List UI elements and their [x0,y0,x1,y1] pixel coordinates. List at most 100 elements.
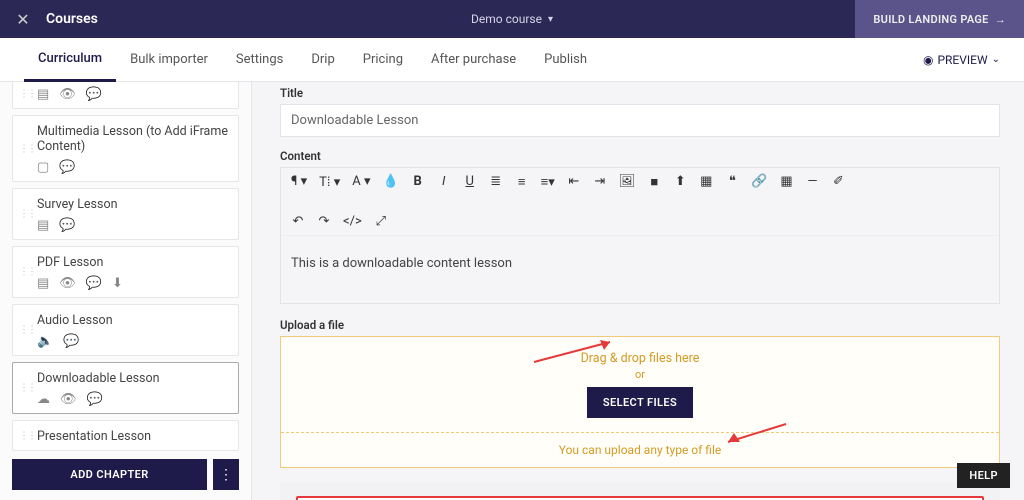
lesson-title: Presentation Lesson [37,429,228,444]
link-icon[interactable]: 🔗 [751,174,767,190]
text-style-icon[interactable]: T⁞ ▾ [319,174,340,190]
lesson-item[interactable]: ⋮⋮ Audio Lesson 🔈 💬 [12,304,239,356]
lesson-item[interactable]: ⋮⋮ PDF Lesson ▤ 👁 💬 ⬇ [12,246,239,298]
preview-dropdown[interactable]: ◉ PREVIEW ⌄ [923,53,1000,67]
comment-icon[interactable]: 💬 [86,276,102,291]
fullscreen-icon[interactable]: ⤢ [374,214,388,229]
course-dropdown-label: Demo course [471,12,542,26]
chevron-down-icon: ▾ [548,14,553,25]
title-label: Title [280,86,1000,100]
italic-icon[interactable]: I [437,174,451,190]
tab-bulk-importer[interactable]: Bulk importer [116,38,222,82]
bold-icon[interactable]: B [411,174,425,190]
list-number-icon[interactable]: ≡ [515,174,529,190]
eye-icon[interactable]: 👁 [59,87,76,102]
lesson-item[interactable]: ⋮⋮ ▤ 👁 💬 [12,82,239,109]
undo-icon[interactable]: ↶ [291,214,305,229]
help-button[interactable]: HELP [957,463,1010,488]
add-chapter-button[interactable]: ADD CHAPTER [12,459,207,490]
lesson-title: Downloadable Lesson [37,371,228,386]
content-label: Content [280,149,1000,163]
comment-icon[interactable]: 💬 [87,392,103,407]
indent-decrease-icon[interactable]: ⇤ [567,174,581,190]
download-icon[interactable]: ⬇ [112,276,123,291]
upload-dropzone[interactable]: Drag & drop files here or SELECT FILES Y… [280,336,1000,468]
lesson-item[interactable]: ⋮⋮ Survey Lesson ▤ 💬 [12,188,239,240]
comment-icon[interactable]: 💬 [86,87,102,102]
chevron-down-icon: ⌄ [992,54,1000,65]
eye-icon[interactable]: 👁 [59,276,76,291]
code-icon[interactable]: </> [343,214,362,229]
upload-or-text: or [281,368,999,381]
drag-handle-icon[interactable]: ⋮⋮ [19,430,35,441]
more-button[interactable]: ⋮ [213,459,239,490]
lesson-title-input[interactable] [280,104,1000,137]
close-icon[interactable]: ✕ [0,10,46,29]
tab-after-purchase[interactable]: After purchase [417,38,530,82]
page-icon: ▤ [37,218,49,233]
eye-icon: ◉ [923,53,933,67]
drag-handle-icon[interactable]: ⋮⋮ [19,325,35,336]
eraser-icon[interactable]: ✐ [832,174,846,190]
image-icon[interactable]: 🖼 [619,174,636,190]
quote-icon[interactable]: ❝ [725,174,739,190]
drop-icon[interactable]: 💧 [382,174,398,190]
page-title: Courses [46,11,98,27]
font-color-icon[interactable]: A ▾ [352,174,370,190]
lesson-item[interactable]: ⋮⋮ Presentation Lesson [12,420,239,451]
editor-toolbar: ¶ ▾ T⁞ ▾ A ▾ 💧 B I U ≣ ≡ ≡▾ ⇤ ⇥ 🖼 ■ ⬆ ▦ … [281,168,999,236]
rich-text-editor: ¶ ▾ T⁞ ▾ A ▾ 💧 B I U ≣ ≡ ≡▾ ⇤ ⇥ 🖼 ■ ⬆ ▦ … [280,167,1000,304]
lesson-title: PDF Lesson [37,255,228,270]
tabs-bar: Curriculum Bulk importer Settings Drip P… [0,38,1024,82]
redo-icon[interactable]: ↷ [317,214,331,229]
video-icon[interactable]: ■ [647,174,661,190]
lesson-title: Multimedia Lesson (to Add iFrame Content… [37,124,228,154]
layout-icon: ▤ [37,87,49,102]
comment-icon[interactable]: 💬 [59,160,75,175]
lesson-sidebar: ⋮⋮ ▤ 👁 💬 ⋮⋮ Multimedia Lesson (to Add iF… [0,82,252,500]
tab-drip[interactable]: Drip [297,38,348,82]
indent-increase-icon[interactable]: ⇥ [593,174,607,190]
upload-icon[interactable]: ⬆ [673,174,687,190]
tab-publish[interactable]: Publish [530,38,601,82]
course-dropdown[interactable]: Demo course ▾ [471,12,553,26]
attached-files: ⋮⋮ setup tour b roll compressed.mov 🗑 [280,482,1000,500]
lesson-title: Survey Lesson [37,197,228,212]
tab-curriculum[interactable]: Curriculum [24,38,116,82]
topbar: ✕ Courses Demo course ▾ BUILD LANDING PA… [0,0,1024,38]
preview-label: PREVIEW [937,53,987,67]
list-bullet-icon[interactable]: ≣ [489,174,503,190]
drag-handle-icon[interactable]: ⋮⋮ [19,383,35,394]
drag-handle-icon[interactable]: ⋮⋮ [19,267,35,278]
content-area: Title Content ¶ ▾ T⁞ ▾ A ▾ 💧 B I U ≣ ≡ ≡… [252,82,1024,500]
lesson-title: Audio Lesson [37,313,228,328]
align-left-icon[interactable]: ≡▾ [541,174,555,190]
frame-icon: ▢ [37,160,49,175]
lesson-item[interactable]: ⋮⋮ Multimedia Lesson (to Add iFrame Cont… [12,115,239,182]
speaker-icon: 🔈 [37,334,53,349]
comment-icon[interactable]: 💬 [63,334,79,349]
select-files-button[interactable]: SELECT FILES [587,387,693,418]
drag-handle-icon[interactable]: ⋮⋮ [19,209,35,220]
upload-note: You can upload any type of file [281,433,999,467]
build-btn-label: BUILD LANDING PAGE [873,13,988,26]
grid-icon[interactable]: ▦ [780,174,794,190]
editor-body[interactable]: This is a downloadable content lesson [281,236,999,303]
drag-handle-icon[interactable]: ⋮⋮ [19,88,35,99]
minus-icon[interactable]: — [806,174,820,190]
lesson-item-active[interactable]: ⋮⋮ Downloadable Lesson ☁ 👁 💬 [12,362,239,414]
attached-file-row[interactable]: ⋮⋮ setup tour b roll compressed.mov [296,496,984,500]
tab-pricing[interactable]: Pricing [349,38,417,82]
arrow-right-icon: → [995,13,1006,26]
paragraph-icon[interactable]: ¶ ▾ [291,174,307,190]
layout-icon: ▤ [37,276,49,291]
upload-label: Upload a file [280,318,1000,332]
table-icon[interactable]: ▦ [699,174,713,190]
underline-icon[interactable]: U [463,174,477,190]
eye-icon[interactable]: 👁 [60,392,77,407]
comment-icon[interactable]: 💬 [59,218,75,233]
tab-settings[interactable]: Settings [222,38,297,82]
build-landing-page-button[interactable]: BUILD LANDING PAGE → [855,0,1024,38]
drag-handle-icon[interactable]: ⋮⋮ [19,143,35,154]
cloud-icon: ☁ [37,392,50,407]
